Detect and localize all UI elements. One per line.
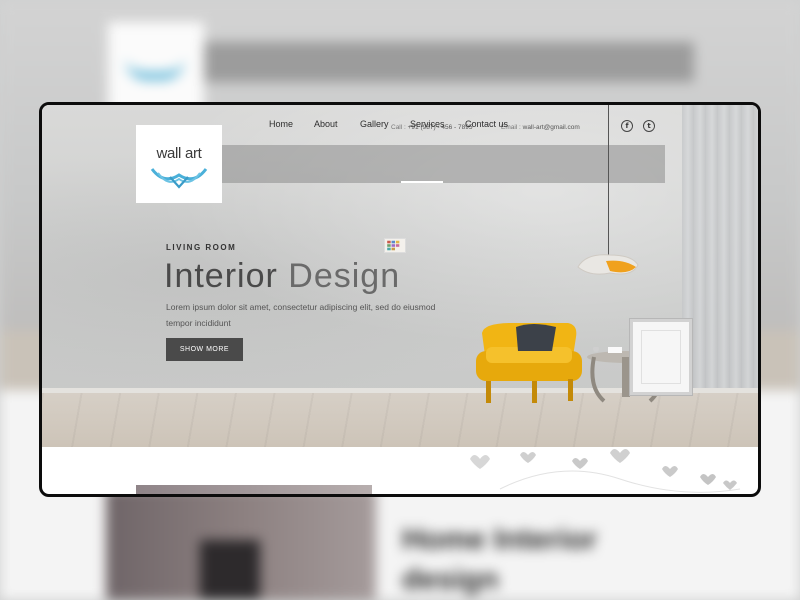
- hero-section: wall art Call : +91 (987) - 456 - 7895 E…: [42, 105, 758, 447]
- hero-kicker: LIVING ROOM: [166, 243, 237, 252]
- blurred-navbar: [204, 42, 694, 82]
- blurred-image-detail: [200, 540, 260, 600]
- phone-label: Call :: [391, 124, 408, 131]
- lamp-cord: [608, 105, 609, 255]
- curtain: [682, 105, 758, 390]
- yellow-armchair: [476, 323, 582, 403]
- navbar: [222, 145, 665, 183]
- nav-home[interactable]: Home: [269, 105, 293, 143]
- leaning-picture-frame: [630, 319, 692, 395]
- logo-text: wall art: [156, 145, 202, 162]
- hero-title-part1: Interior: [164, 257, 278, 295]
- blurred-section-heading: Home Interior design: [402, 523, 598, 596]
- picture-frame-mat: [641, 330, 681, 384]
- website-frame: wall art Call : +91 (987) - 456 - 7895 E…: [39, 102, 761, 497]
- hero-title-part2: Design: [288, 257, 401, 295]
- nav-gallery[interactable]: Gallery: [360, 105, 389, 143]
- show-more-button[interactable]: SHOW MORE: [166, 338, 243, 361]
- logo[interactable]: wall art: [136, 125, 222, 203]
- contact-email: Email : wall-art@gmail.com: [501, 124, 580, 131]
- facebook-icon[interactable]: f: [621, 120, 633, 132]
- logo-wings-icon: [150, 168, 208, 189]
- twitter-icon[interactable]: t: [643, 120, 655, 132]
- pendant-lamp: [577, 254, 639, 275]
- nav-services[interactable]: Services: [410, 105, 445, 143]
- nav-contact-us[interactable]: Contact us: [465, 105, 508, 143]
- nav-about[interactable]: About: [314, 105, 338, 143]
- hearts-decoration: [470, 449, 741, 493]
- active-nav-indicator: [401, 181, 443, 183]
- hero-title: Interior Design: [164, 257, 400, 296]
- small-wall-art: [384, 238, 406, 253]
- email-value[interactable]: wall-art@gmail.com: [523, 124, 580, 131]
- hero-description: Lorem ipsum dolor sit amet, consectetur …: [166, 302, 436, 328]
- section-image: [136, 485, 372, 494]
